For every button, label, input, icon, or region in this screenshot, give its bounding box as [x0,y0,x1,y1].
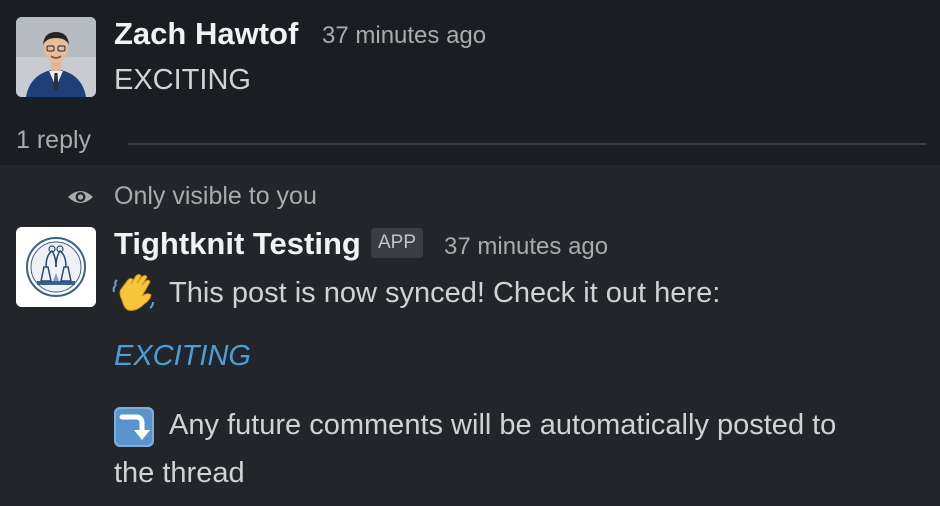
message-text: EXCITING [114,64,251,96]
app-message-timestamp[interactable]: 37 minutes ago [444,233,608,261]
ephemeral-message [0,165,940,506]
author-name[interactable]: Zach Hawtof [114,16,298,52]
future-comments-text-line1: Any future comments will be automaticall… [169,409,837,441]
future-comments-text-line2: the thread [114,457,245,489]
thread-reply-count[interactable]: 1 reply [16,126,91,155]
thread-divider [128,143,926,145]
app-name[interactable]: Tightknit Testing [114,226,361,262]
app-badge: APP [371,228,424,258]
eye-icon [68,191,93,203]
synced-post-link[interactable]: EXCITING [114,340,251,373]
arrow-curving-down-icon [114,407,154,447]
message-timestamp[interactable]: 37 minutes ago [322,22,486,50]
app-avatar[interactable] [16,227,96,307]
tightknit-logo-icon [16,227,96,307]
user-photo-avatar-icon [16,17,96,97]
waving-hand-icon [112,274,154,311]
synced-message-text: This post is now synced! Check it out he… [169,277,721,309]
user-avatar[interactable] [16,17,96,97]
message-zach: Zach Hawtof 37 minutes ago EXCITING 1 re… [0,0,940,165]
visibility-note: Only visible to you [114,182,317,210]
